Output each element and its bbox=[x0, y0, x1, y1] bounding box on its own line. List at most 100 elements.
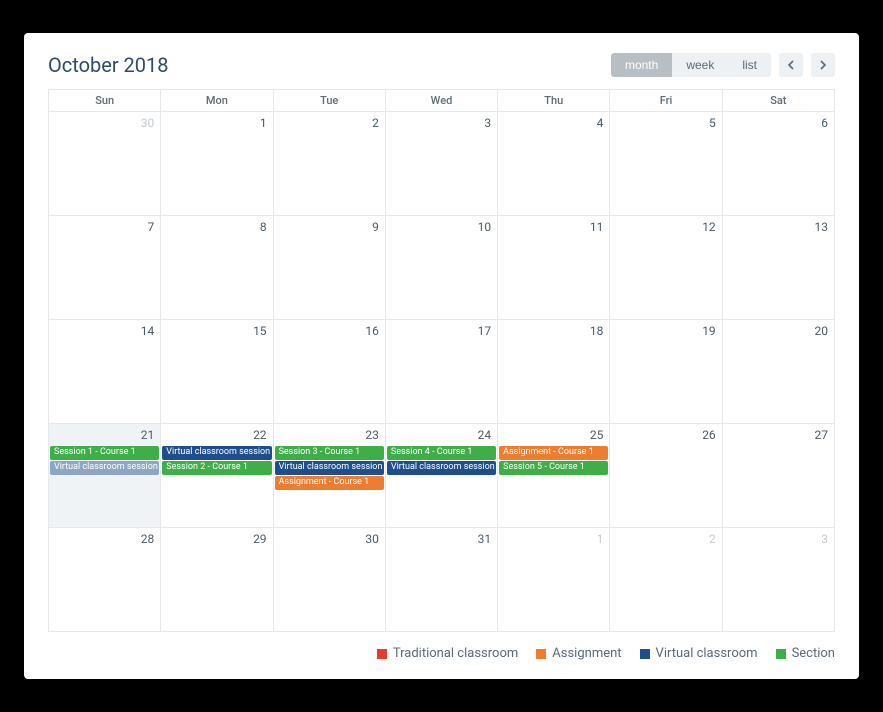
day-number: 18 bbox=[590, 324, 604, 338]
weekday-header: Sat bbox=[722, 90, 834, 112]
day-cell[interactable]: 13 bbox=[722, 216, 834, 320]
calendar-event[interactable]: Session 1 - Course 1 bbox=[50, 446, 159, 460]
view-list-button[interactable]: list bbox=[728, 53, 771, 77]
calendar-event[interactable]: Virtual classroom session - C bbox=[50, 461, 159, 475]
day-number: 30 bbox=[141, 116, 155, 130]
day-cell[interactable]: 16 bbox=[273, 320, 385, 424]
day-number: 5 bbox=[709, 116, 716, 130]
day-number: 9 bbox=[372, 220, 379, 234]
day-cell[interactable]: 20 bbox=[722, 320, 834, 424]
day-cell[interactable]: 10 bbox=[385, 216, 497, 320]
day-number: 28 bbox=[141, 532, 155, 546]
calendar-event[interactable]: Assignment - Course 1 bbox=[275, 476, 384, 490]
day-cell[interactable]: 18 bbox=[498, 320, 610, 424]
day-cell[interactable]: 24Session 4 - Course 1Virtual classroom … bbox=[385, 424, 497, 528]
weekday-header: Tue bbox=[273, 90, 385, 112]
day-number: 21 bbox=[141, 428, 155, 442]
weekday-header: Mon bbox=[161, 90, 273, 112]
day-cell[interactable]: 11 bbox=[498, 216, 610, 320]
calendar-event[interactable]: Virtual classroom session - C bbox=[162, 446, 271, 460]
day-number: 26 bbox=[702, 428, 716, 442]
prev-button[interactable] bbox=[779, 53, 803, 77]
legend-assignment: Assignment bbox=[536, 646, 621, 661]
day-number: 27 bbox=[815, 428, 829, 442]
day-number: 20 bbox=[815, 324, 829, 338]
day-cell[interactable]: 9 bbox=[273, 216, 385, 320]
day-events: Virtual classroom session - CSession 2 -… bbox=[161, 446, 272, 475]
day-number: 17 bbox=[478, 324, 492, 338]
calendar-event[interactable]: Session 4 - Course 1 bbox=[387, 446, 496, 460]
view-switch: month week list bbox=[611, 53, 771, 77]
calendar-grid: SunMonTueWedThuFriSat 301234567891011121… bbox=[48, 89, 835, 632]
day-number: 13 bbox=[815, 220, 829, 234]
calendar-title: October 2018 bbox=[48, 53, 169, 77]
weekday-header: Sun bbox=[49, 90, 161, 112]
legend-label-section: Section bbox=[792, 646, 835, 661]
day-cell[interactable]: 23Session 3 - Course 1Virtual classroom … bbox=[273, 424, 385, 528]
day-cell[interactable]: 6 bbox=[722, 112, 834, 216]
calendar-event[interactable]: Session 3 - Course 1 bbox=[275, 446, 384, 460]
view-month-button[interactable]: month bbox=[611, 53, 672, 77]
day-cell[interactable]: 1 bbox=[161, 112, 273, 216]
day-cell[interactable]: 28 bbox=[49, 528, 161, 632]
calendar-header: October 2018 month week list bbox=[48, 53, 835, 77]
day-cell[interactable]: 15 bbox=[161, 320, 273, 424]
calendar-event[interactable]: Session 2 - Course 1 bbox=[162, 461, 271, 475]
day-number: 2 bbox=[709, 532, 716, 546]
day-cell[interactable]: 5 bbox=[610, 112, 722, 216]
day-cell[interactable]: 31 bbox=[385, 528, 497, 632]
day-cell[interactable]: 8 bbox=[161, 216, 273, 320]
calendar-controls: month week list bbox=[611, 53, 835, 77]
day-number: 3 bbox=[484, 116, 491, 130]
legend-traditional: Traditional classroom bbox=[377, 646, 518, 661]
day-number: 8 bbox=[260, 220, 267, 234]
day-number: 15 bbox=[253, 324, 267, 338]
legend-label-assignment: Assignment bbox=[552, 646, 621, 661]
day-cell[interactable]: 25 Assignment - Course 1Session 5 - Cours… bbox=[498, 424, 610, 528]
day-cell[interactable]: 7 bbox=[49, 216, 161, 320]
day-cell[interactable]: 2 bbox=[610, 528, 722, 632]
chevron-left-icon bbox=[787, 60, 795, 70]
day-cell[interactable]: 12 bbox=[610, 216, 722, 320]
calendar-event[interactable]: Session 5 - Course 1 bbox=[499, 461, 608, 475]
swatch-assignment bbox=[536, 649, 546, 659]
day-number: 16 bbox=[365, 324, 379, 338]
day-cell[interactable]: 14 bbox=[49, 320, 161, 424]
day-cell[interactable]: 27 bbox=[722, 424, 834, 528]
day-number: 22 bbox=[253, 428, 267, 442]
day-cell[interactable]: 22 Virtual classroom session - CSession 2… bbox=[161, 424, 273, 528]
day-cell[interactable]: 4 bbox=[498, 112, 610, 216]
day-events: Assignment - Course 1Session 5 - Course … bbox=[498, 446, 609, 475]
day-cell[interactable]: 26 bbox=[610, 424, 722, 528]
day-number: 31 bbox=[478, 532, 492, 546]
calendar-event[interactable]: Assignment - Course 1 bbox=[499, 446, 608, 460]
day-cell[interactable]: 30 bbox=[273, 528, 385, 632]
day-cell[interactable]: 29 bbox=[161, 528, 273, 632]
day-events: Session 3 - Course 1Virtual classroom se… bbox=[274, 446, 385, 490]
day-cell[interactable]: 3 bbox=[722, 528, 834, 632]
chevron-right-icon bbox=[819, 60, 827, 70]
day-cell[interactable]: 19 bbox=[610, 320, 722, 424]
legend-label-virtual: Virtual classroom bbox=[656, 646, 758, 661]
calendar-event[interactable]: Virtual classroom session - C bbox=[387, 461, 496, 475]
day-number: 3 bbox=[821, 532, 828, 546]
legend-section: Section bbox=[776, 646, 835, 661]
day-number: 2 bbox=[372, 116, 379, 130]
next-button[interactable] bbox=[811, 53, 835, 77]
day-number: 11 bbox=[590, 220, 604, 234]
day-cell[interactable]: 2 bbox=[273, 112, 385, 216]
day-cell[interactable]: 21 Session 1 - Course 1Virtual classroom … bbox=[49, 424, 161, 528]
swatch-section bbox=[776, 649, 786, 659]
day-number: 25 bbox=[590, 428, 604, 442]
day-number: 7 bbox=[148, 220, 155, 234]
day-cell[interactable]: 3 bbox=[385, 112, 497, 216]
day-cell[interactable]: 1 bbox=[498, 528, 610, 632]
day-cell[interactable]: 17 bbox=[385, 320, 497, 424]
day-number: 10 bbox=[478, 220, 492, 234]
weekday-header: Wed bbox=[385, 90, 497, 112]
legend-virtual: Virtual classroom bbox=[640, 646, 758, 661]
calendar-event[interactable]: Virtual classroom session - C bbox=[275, 461, 384, 475]
day-cell[interactable]: 30 bbox=[49, 112, 161, 216]
day-events: Session 4 - Course 1Virtual classroom se… bbox=[386, 446, 497, 475]
view-week-button[interactable]: week bbox=[672, 53, 728, 77]
